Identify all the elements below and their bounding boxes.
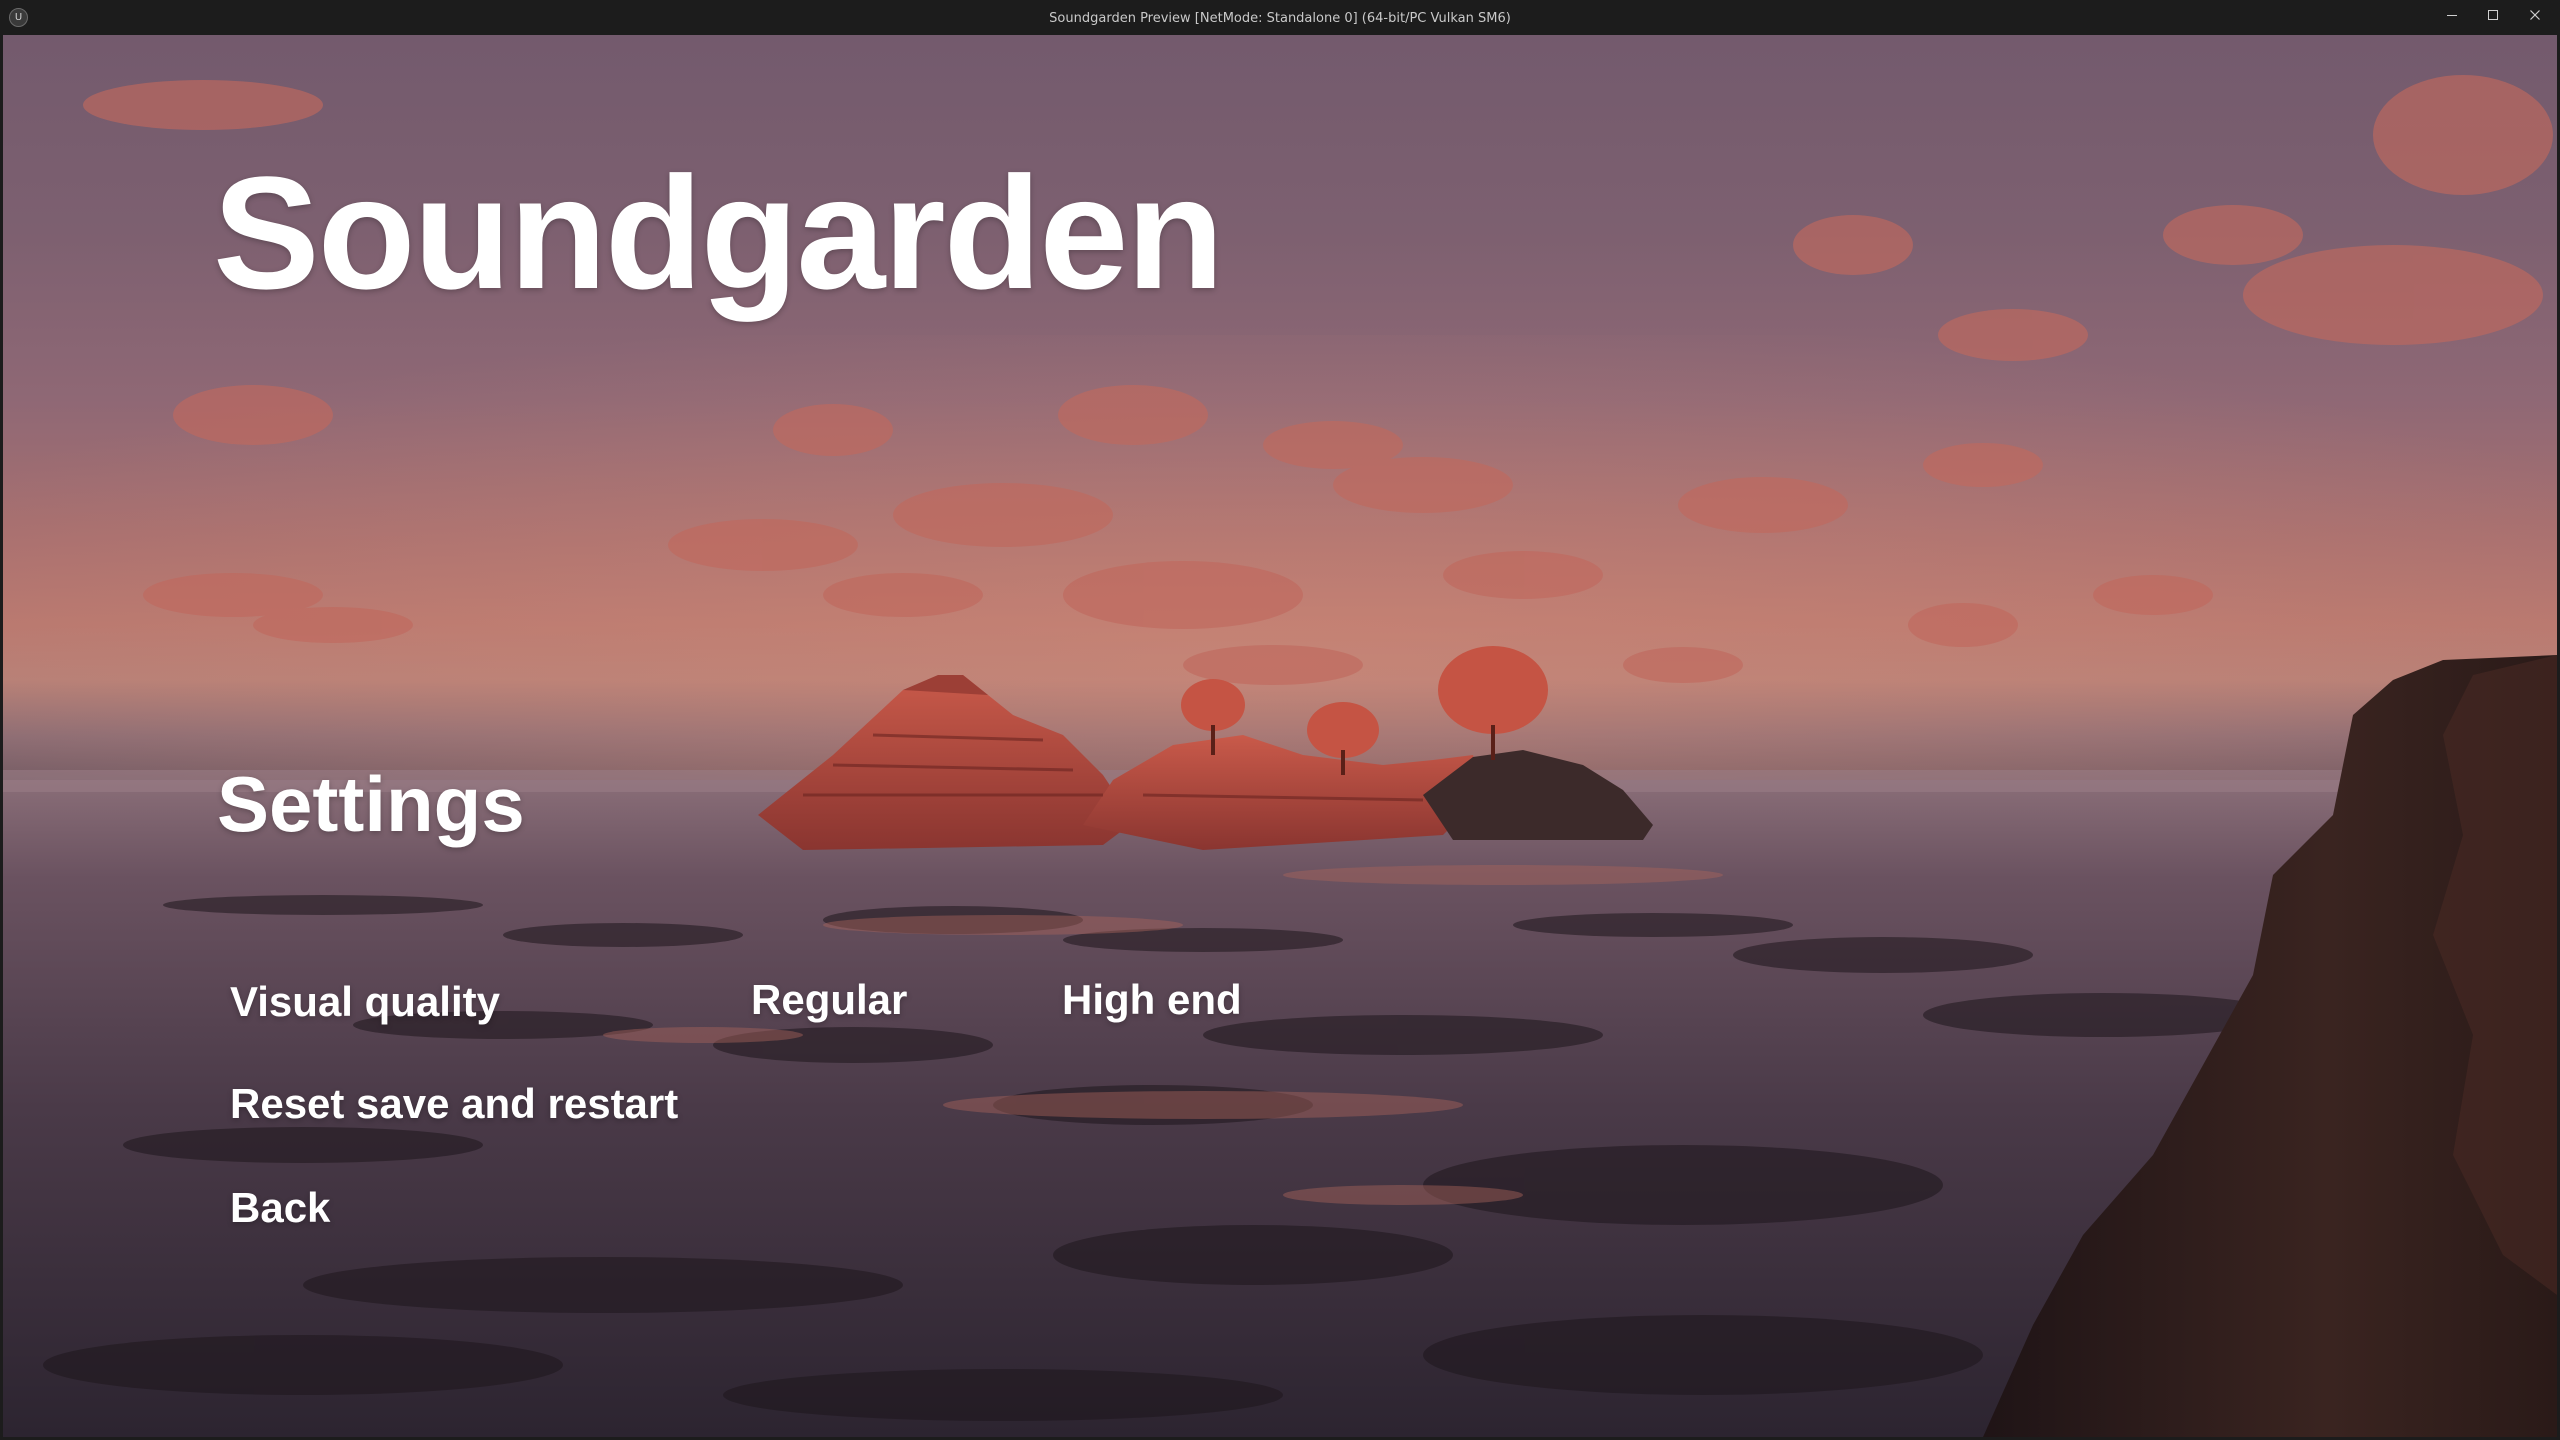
quality-option-high-end[interactable]: High end xyxy=(1062,979,1242,1021)
game-window: U Soundgarden Preview [NetMode: Standalo… xyxy=(0,0,2560,1440)
close-icon xyxy=(2530,10,2540,20)
minimize-icon xyxy=(2447,15,2457,16)
window-title: Soundgarden Preview [NetMode: Standalone… xyxy=(1049,11,1511,26)
game-viewport[interactable]: Soundgarden Settings Visual quality Regu… xyxy=(3,35,2557,1437)
title-bar[interactable]: U Soundgarden Preview [NetMode: Standalo… xyxy=(0,0,2560,36)
maximize-button[interactable] xyxy=(2472,0,2514,30)
visual-quality-label: Visual quality xyxy=(230,978,500,1025)
maximize-icon xyxy=(2488,10,2498,20)
close-button[interactable] xyxy=(2514,0,2556,30)
reset-save-restart-button[interactable]: Reset save and restart xyxy=(230,1083,678,1125)
unreal-engine-icon: U xyxy=(9,8,28,27)
quality-option-regular[interactable]: Regular xyxy=(751,979,907,1021)
settings-heading: Settings xyxy=(217,760,525,848)
minimize-button[interactable] xyxy=(2431,0,2473,30)
game-title: Soundgarden xyxy=(213,143,1224,322)
back-button[interactable]: Back xyxy=(230,1187,330,1229)
